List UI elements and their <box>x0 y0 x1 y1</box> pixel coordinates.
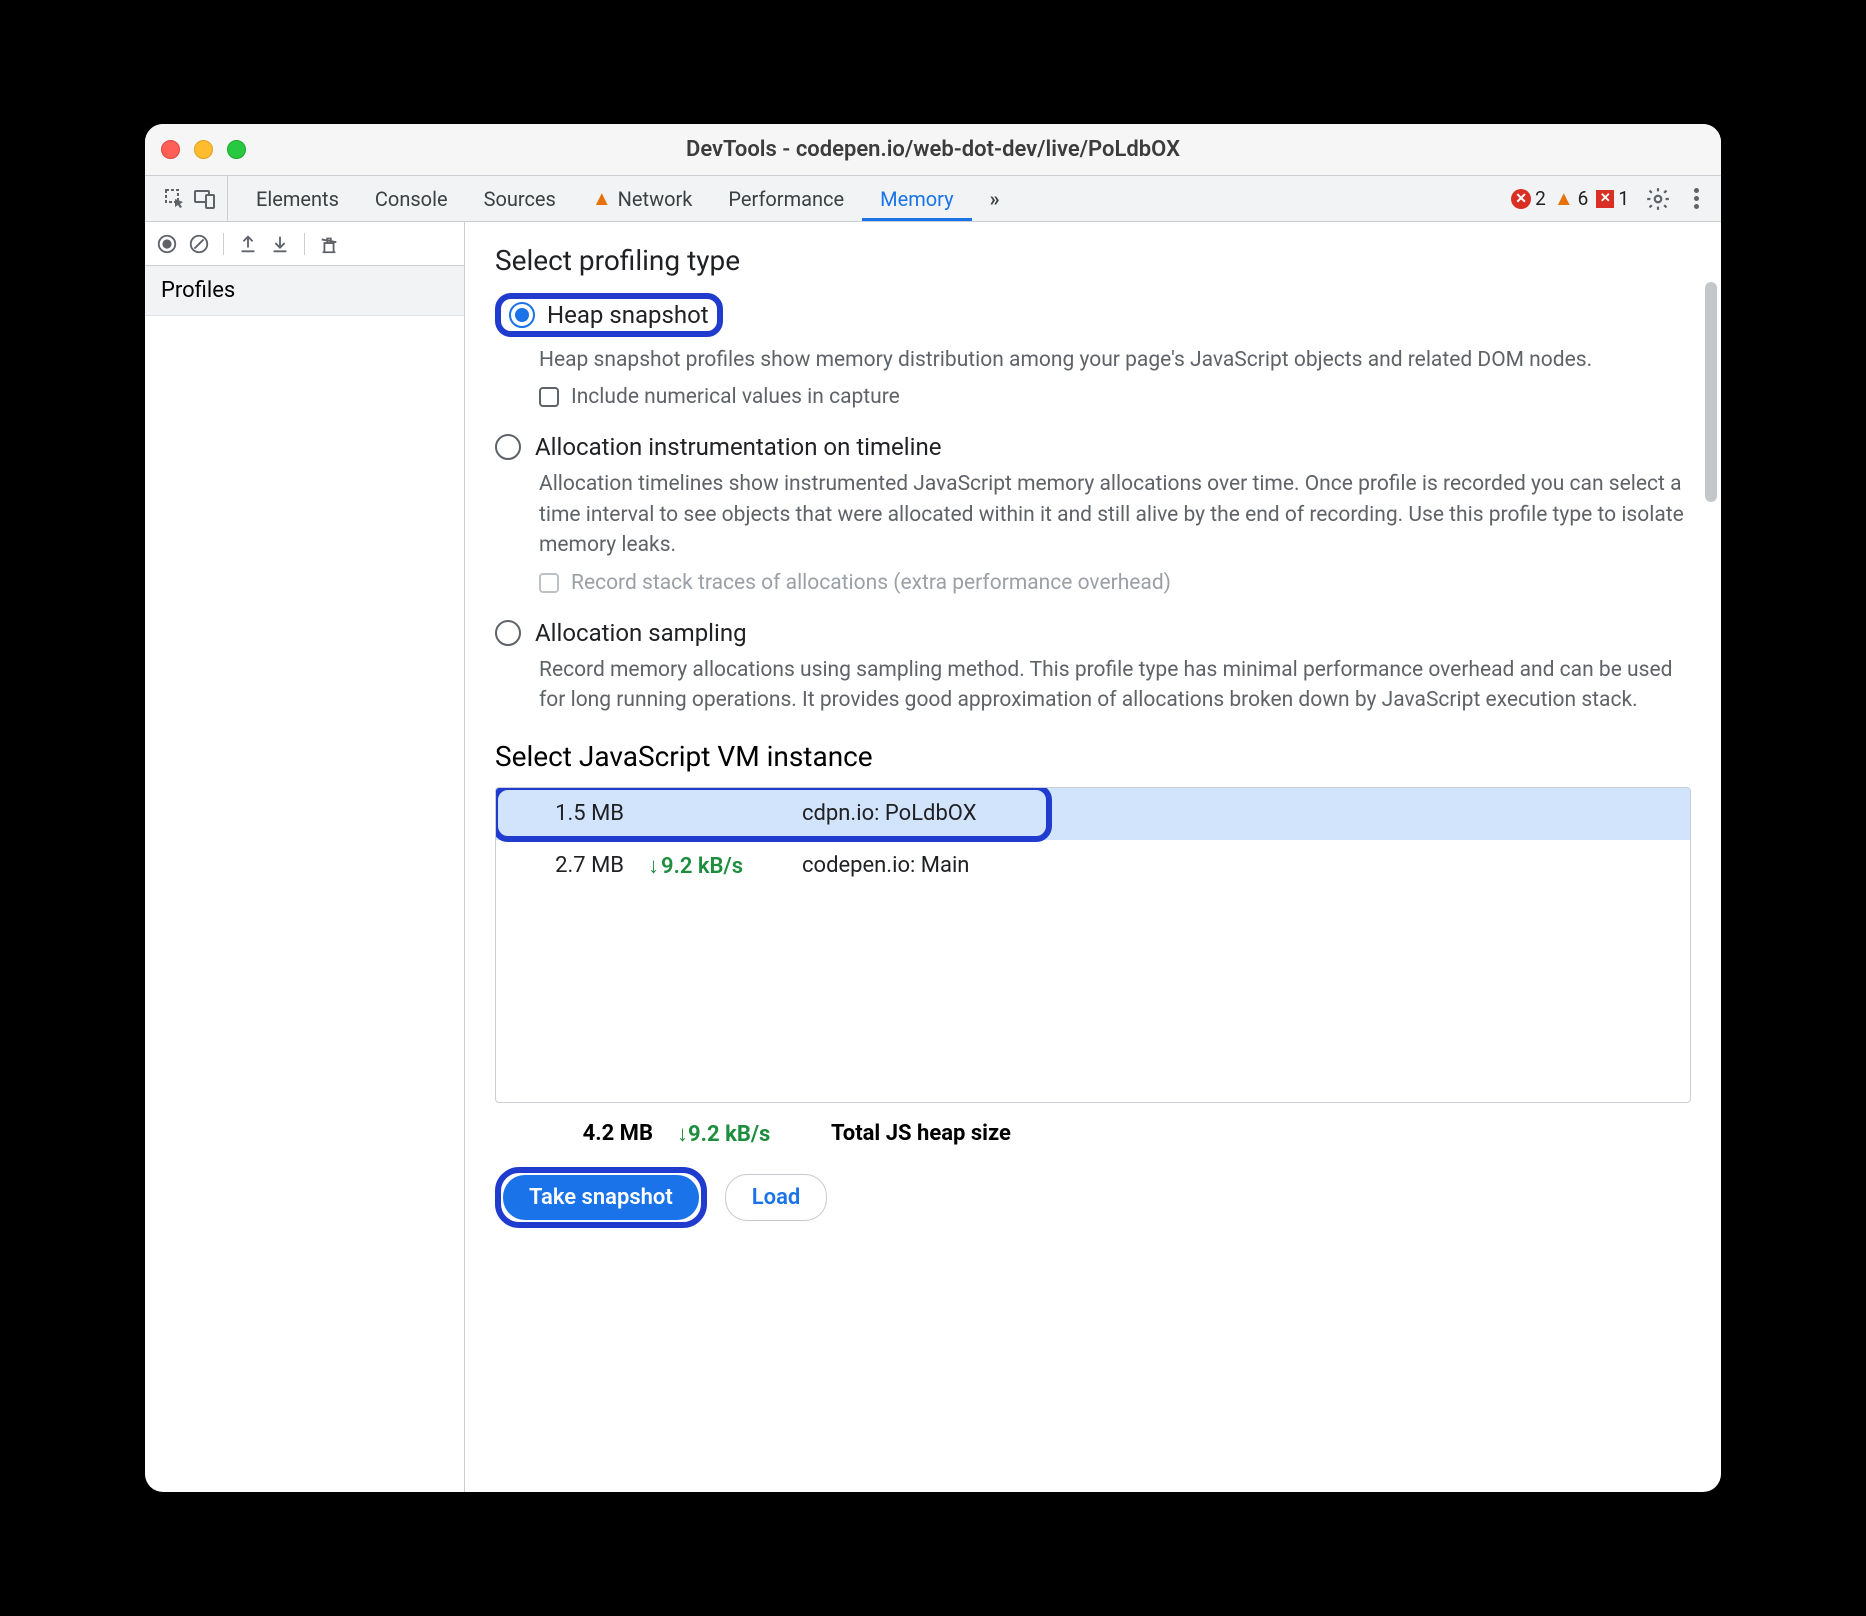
timeline-record-stack-traces: Record stack traces of allocations (extr… <box>539 571 1691 595</box>
warning-count[interactable]: ▲ 6 <box>1554 186 1588 211</box>
inspect-tools <box>153 176 228 221</box>
vm-instance-list: 1.5 MB cdpn.io: PoLdbOX 2.7 MB ↓9.2 kB/s… <box>495 787 1691 1103</box>
take-snapshot-button[interactable]: Take snapshot <box>503 1175 699 1220</box>
tab-label: Sources <box>484 187 556 211</box>
tab-elements[interactable]: Elements <box>238 176 357 221</box>
more-options-icon[interactable] <box>1687 188 1705 209</box>
profiles-toolbar <box>145 222 464 266</box>
option-label[interactable]: Heap snapshot <box>547 301 709 329</box>
garbage-collect-icon[interactable] <box>317 232 341 256</box>
device-toolbar-icon[interactable] <box>193 187 217 211</box>
more-tabs-button[interactable]: » <box>972 176 1018 221</box>
inspect-element-icon[interactable] <box>163 187 187 211</box>
load-button[interactable]: Load <box>725 1174 828 1221</box>
profiles-heading[interactable]: Profiles <box>145 266 464 316</box>
count-value: 1 <box>1618 187 1629 210</box>
count-value: 6 <box>1578 187 1589 210</box>
action-buttons: Take snapshot Load <box>495 1167 1721 1228</box>
checkbox-icon <box>539 573 559 593</box>
option-description: Allocation timelines show instrumented J… <box>539 469 1691 560</box>
issue-count[interactable]: ✕ 1 <box>1596 187 1629 210</box>
window-controls <box>161 140 246 159</box>
option-description: Heap snapshot profiles show memory distr… <box>539 345 1691 375</box>
tab-label: Network <box>618 187 693 211</box>
option-sub-label: Record stack traces of allocations (extr… <box>571 571 1171 595</box>
tab-label: Performance <box>728 187 844 211</box>
radio-heap-snapshot[interactable] <box>509 302 535 328</box>
option-label[interactable]: Allocation instrumentation on timeline <box>535 433 941 461</box>
tab-console[interactable]: Console <box>357 176 466 221</box>
tab-network[interactable]: ▲ Network <box>574 176 711 221</box>
panel-tabstrip: Elements Console Sources ▲ Network Perfo… <box>145 176 1721 222</box>
issue-icon: ✕ <box>1596 190 1614 208</box>
highlight-heap-snapshot: Heap snapshot <box>495 293 723 337</box>
vm-size: 1.5 MB <box>514 801 624 826</box>
vm-instance-row[interactable]: 1.5 MB cdpn.io: PoLdbOX <box>496 788 1690 840</box>
tab-performance[interactable]: Performance <box>710 176 862 221</box>
total-label: Total JS heap size <box>831 1121 1011 1146</box>
tab-label: Console <box>375 187 448 211</box>
vm-instance-section: Select JavaScript VM instance 1.5 MB cdp… <box>495 740 1691 1147</box>
vm-section-heading: Select JavaScript VM instance <box>495 740 1691 773</box>
settings-icon[interactable] <box>1645 186 1671 212</box>
option-allocation-sampling: Allocation sampling Record memory alloca… <box>495 619 1691 716</box>
total-size: 4.2 MB <box>543 1121 653 1146</box>
checkbox-icon[interactable] <box>539 387 559 407</box>
devtools-window: DevTools - codepen.io/web-dot-dev/live/P… <box>145 124 1721 1492</box>
tab-label: Memory <box>880 187 953 211</box>
error-count[interactable]: ✕ 2 <box>1511 187 1546 210</box>
close-window-button[interactable] <box>161 140 180 159</box>
window-title: DevTools - codepen.io/web-dot-dev/live/P… <box>145 137 1721 162</box>
titlebar: DevTools - codepen.io/web-dot-dev/live/P… <box>145 124 1721 176</box>
record-icon[interactable] <box>155 232 179 256</box>
option-heap-snapshot: Heap snapshot Heap snapshot profiles sho… <box>495 293 1691 409</box>
total-rate: ↓9.2 kB/s <box>677 1121 807 1147</box>
minimize-window-button[interactable] <box>194 140 213 159</box>
radio-allocation-timeline[interactable] <box>495 434 521 460</box>
left-sidebar: Profiles <box>145 222 465 1492</box>
vm-size: 2.7 MB <box>514 853 624 878</box>
option-label[interactable]: Allocation sampling <box>535 619 747 647</box>
profiling-type-heading: Select profiling type <box>495 244 1721 277</box>
tab-label: Elements <box>256 187 339 211</box>
vm-rate: ↓9.2 kB/s <box>648 853 778 879</box>
error-icon: ✕ <box>1511 189 1531 209</box>
option-allocation-timeline: Allocation instrumentation on timeline A… <box>495 433 1691 594</box>
radio-allocation-sampling[interactable] <box>495 620 521 646</box>
count-value: 2 <box>1535 187 1546 210</box>
option-description: Record memory allocations using sampling… <box>539 655 1691 716</box>
clear-icon[interactable] <box>187 232 211 256</box>
vm-totals: 4.2 MB ↓9.2 kB/s Total JS heap size <box>543 1121 1691 1147</box>
highlight-take-snapshot: Take snapshot <box>495 1167 707 1228</box>
scrollbar[interactable] <box>1705 282 1717 502</box>
vm-name: codepen.io: Main <box>802 853 1672 878</box>
download-icon[interactable] <box>268 232 292 256</box>
vm-instance-row[interactable]: 2.7 MB ↓9.2 kB/s codepen.io: Main <box>496 840 1690 892</box>
down-arrow-icon: ↓ <box>648 854 659 879</box>
tab-sources[interactable]: Sources <box>466 176 574 221</box>
upload-icon[interactable] <box>236 232 260 256</box>
down-arrow-icon: ↓ <box>677 1122 688 1147</box>
warning-icon: ▲ <box>1554 186 1574 211</box>
vm-list-empty-space <box>496 892 1690 1102</box>
tab-memory[interactable]: Memory <box>862 176 971 221</box>
status-area: ✕ 2 ▲ 6 ✕ 1 <box>1503 176 1713 221</box>
memory-panel: Select profiling type Heap snapshot Heap… <box>465 222 1721 1492</box>
warning-icon: ▲ <box>592 186 612 211</box>
heap-include-numerical[interactable]: Include numerical values in capture <box>539 385 1691 409</box>
vm-name: cdpn.io: PoLdbOX <box>802 801 1672 826</box>
zoom-window-button[interactable] <box>227 140 246 159</box>
option-sub-label: Include numerical values in capture <box>571 385 900 409</box>
